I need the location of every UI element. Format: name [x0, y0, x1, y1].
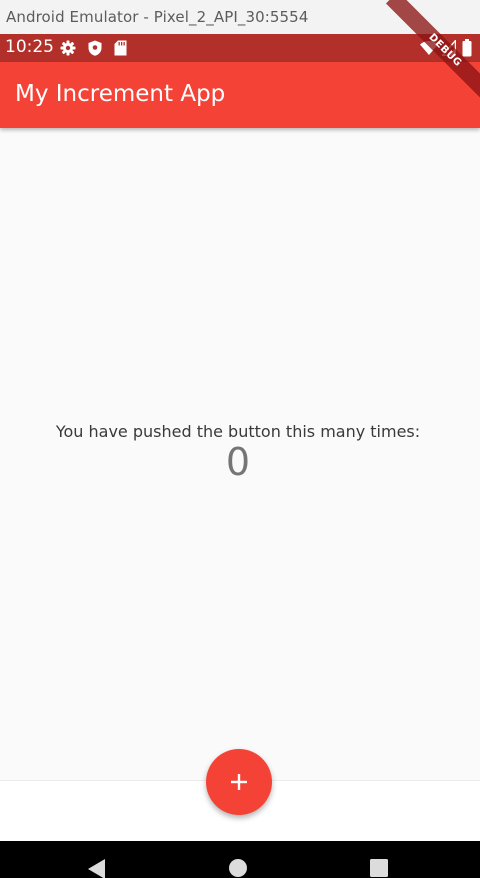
- sd-card-icon: [114, 40, 127, 56]
- status-bar: 10:25: [0, 34, 480, 62]
- navigation-bar: [0, 841, 480, 878]
- emulator-title: Android Emulator - Pixel_2_API_30:5554: [6, 8, 309, 26]
- shield-icon: [88, 40, 102, 56]
- gear-icon: [60, 40, 76, 56]
- main-content: You have pushed the button this many tim…: [0, 128, 480, 780]
- back-icon[interactable]: [88, 859, 106, 878]
- app-title: My Increment App: [15, 81, 226, 107]
- increment-button[interactable]: [206, 749, 272, 815]
- emulator-window: Android Emulator - Pixel_2_API_30:5554 1…: [0, 0, 480, 878]
- counter-message: You have pushed the button this many tim…: [55, 422, 421, 441]
- status-time: 10:25: [5, 37, 54, 57]
- battery-icon: [462, 39, 472, 57]
- wifi-icon: [420, 41, 438, 55]
- emulator-title-bar: Android Emulator - Pixel_2_API_30:5554: [0, 0, 480, 34]
- plus-icon: [231, 774, 247, 790]
- signal-icon: [442, 40, 456, 56]
- counter-value: 0: [225, 440, 251, 484]
- app-bar: My Increment App: [0, 62, 480, 128]
- recents-icon[interactable]: [370, 859, 388, 877]
- home-icon[interactable]: [229, 859, 247, 877]
